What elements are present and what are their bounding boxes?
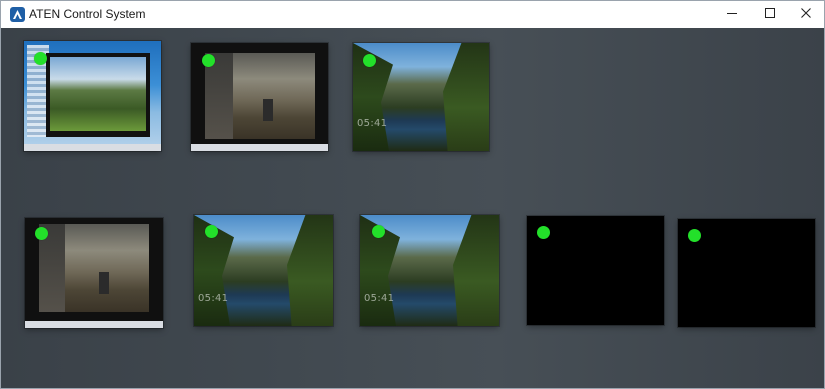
maximize-icon bbox=[764, 6, 776, 24]
app-window: ATEN Control System 05:41 05:41 05:41 bbox=[0, 0, 825, 389]
title-bar[interactable]: ATEN Control System bbox=[1, 1, 824, 28]
status-online-indicator bbox=[205, 225, 218, 238]
window-title: ATEN Control System bbox=[29, 7, 146, 21]
thumbnail-lock-screen[interactable]: 05:41 bbox=[194, 215, 333, 326]
game-view bbox=[205, 53, 315, 139]
game-view bbox=[39, 224, 149, 312]
close-button[interactable] bbox=[787, 1, 824, 28]
thumbnail-black-screen[interactable] bbox=[527, 216, 664, 325]
status-online-indicator bbox=[372, 225, 385, 238]
thumbnail-game[interactable] bbox=[25, 218, 163, 328]
lock-clock: 05:41 bbox=[357, 118, 388, 129]
thumbnail-desktop[interactable] bbox=[24, 41, 161, 151]
lock-clock: 05:41 bbox=[364, 293, 395, 304]
aten-logo-icon bbox=[10, 7, 25, 22]
minimize-button[interactable] bbox=[713, 1, 751, 28]
status-online-indicator bbox=[202, 54, 215, 67]
thumbnail-grid: 05:41 05:41 05:41 bbox=[1, 28, 824, 388]
status-online-indicator bbox=[688, 229, 701, 242]
maximize-button[interactable] bbox=[751, 1, 789, 28]
thumbnail-black-screen[interactable] bbox=[678, 219, 815, 327]
status-online-indicator bbox=[537, 226, 550, 239]
taskbar bbox=[191, 144, 328, 151]
status-online-indicator bbox=[363, 54, 376, 67]
close-icon bbox=[800, 6, 812, 24]
taskbar bbox=[24, 144, 161, 151]
minimize-icon bbox=[726, 6, 738, 24]
thumbnail-lock-screen[interactable]: 05:41 bbox=[353, 43, 489, 151]
status-online-indicator bbox=[34, 52, 47, 65]
remote-window bbox=[46, 53, 150, 137]
lock-clock: 05:41 bbox=[198, 293, 229, 304]
thumbnail-lock-screen[interactable]: 05:41 bbox=[360, 215, 499, 326]
thumbnail-game[interactable] bbox=[191, 43, 328, 151]
taskbar bbox=[25, 321, 163, 328]
status-online-indicator bbox=[35, 227, 48, 240]
